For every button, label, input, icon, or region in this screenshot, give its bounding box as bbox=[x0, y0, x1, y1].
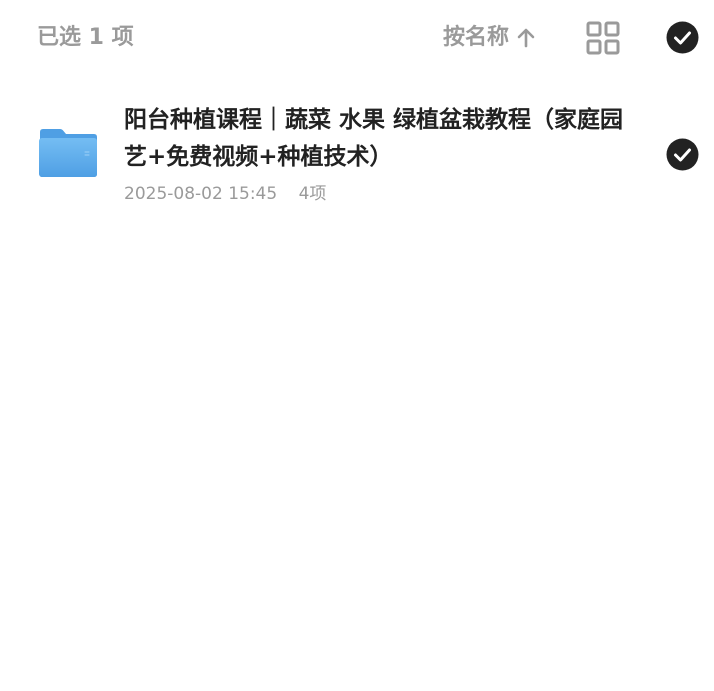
sort-label: 按名称 bbox=[443, 25, 510, 50]
grid-view-icon[interactable] bbox=[586, 21, 620, 55]
file-name: 阳台种植课程｜蔬菜 水果 绿植盆栽教程（家庭园艺+免费视频+种植技术） bbox=[124, 107, 624, 170]
file-list-item[interactable]: 阳台种植课程｜蔬菜 水果 绿植盆栽教程（家庭园艺+免费视频+种植技术） 2025… bbox=[0, 94, 714, 218]
arrow-up-icon bbox=[517, 28, 535, 48]
file-item-count: 4项 bbox=[298, 184, 327, 204]
folder-icon bbox=[39, 129, 97, 177]
select-all-check-icon[interactable] bbox=[666, 21, 699, 54]
selection-toolbar: 已选 1 项 按名称 bbox=[0, 0, 714, 76]
selected-count-label: 已选 1 项 bbox=[37, 25, 134, 50]
sort-by-name-button[interactable]: 按名称 bbox=[443, 22, 537, 54]
file-meta: 2025-08-02 15:45 4项 bbox=[124, 182, 326, 206]
file-date: 2025-08-02 15:45 bbox=[124, 184, 278, 204]
check-circle-icon[interactable] bbox=[666, 138, 699, 171]
